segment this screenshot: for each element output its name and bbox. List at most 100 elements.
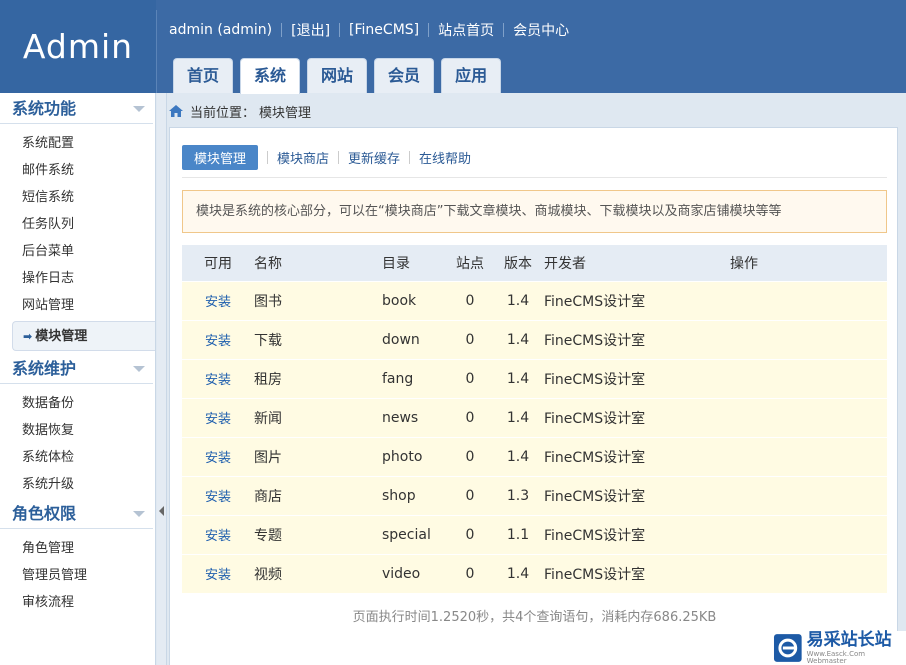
module-operation <box>730 358 887 398</box>
module-name: 图书 <box>254 280 382 320</box>
chevron-down-icon[interactable] <box>133 106 145 112</box>
sidebar-item-task-queue[interactable]: 任务队列 <box>0 211 155 238</box>
sidebar-item-data-restore[interactable]: 数据恢复 <box>0 417 155 444</box>
main-panel: 模块管理 模块商店 更新缓存 在线帮助 模块是系统的核心部分，可以在“模块商店”… <box>169 127 898 665</box>
sidebar-group-title: 系统维护 <box>12 359 77 378</box>
module-site: 0 <box>448 319 492 359</box>
sidebar-group-system-maintenance[interactable]: 系统维护 <box>0 353 153 384</box>
module-developer: FineCMS设计室 <box>544 397 730 437</box>
module-site: 0 <box>448 358 492 398</box>
module-developer: FineCMS设计室 <box>544 280 730 320</box>
breadcrumb-current: 模块管理 <box>259 105 312 121</box>
install-link[interactable]: 安装 <box>182 358 254 398</box>
column-header-directory: 目录 <box>382 245 448 281</box>
install-link[interactable]: 安装 <box>182 280 254 320</box>
module-directory: down <box>382 319 448 359</box>
module-name: 下载 <box>254 319 382 359</box>
module-directory: video <box>382 553 448 593</box>
tab-system[interactable]: 系统 <box>240 58 301 94</box>
sidebar-group-role-permissions[interactable]: 角色权限 <box>0 498 153 529</box>
table-row: 安装 专题 special 0 1.1 FineCMS设计室 <box>182 514 887 554</box>
table-header-row: 可用 名称 目录 站点 版本 开发者 操作 <box>182 245 887 281</box>
module-version: 1.4 <box>492 397 544 437</box>
separator <box>267 151 269 164</box>
subnav-module-store[interactable]: 模块商店 <box>277 148 329 167</box>
sidebar-item-system-config[interactable]: 系统配置 <box>0 130 155 157</box>
sidebar-item-admin-menu[interactable]: 后台菜单 <box>0 238 155 265</box>
install-link[interactable]: 安装 <box>182 514 254 554</box>
module-name: 新闻 <box>254 397 382 437</box>
module-directory: news <box>382 397 448 437</box>
separator <box>339 23 341 37</box>
column-header-operation: 操作 <box>730 245 887 281</box>
finecms-link[interactable]: [FineCMS] <box>349 22 419 38</box>
admin-logo: Admin <box>0 0 156 93</box>
chevron-left-icon[interactable] <box>159 506 164 516</box>
module-name: 视频 <box>254 553 382 593</box>
sidebar-group-title: 系统功能 <box>12 99 77 118</box>
logout-link[interactable]: [退出] <box>291 20 330 40</box>
separator <box>281 23 283 37</box>
subnav-module-management[interactable]: 模块管理 <box>182 145 259 170</box>
install-link[interactable]: 安装 <box>182 475 254 515</box>
module-directory: shop <box>382 475 448 515</box>
home-icon <box>169 105 183 117</box>
install-link[interactable]: 安装 <box>182 436 254 476</box>
sidebar-item-module-management[interactable]: ➡ 模块管理 <box>12 321 155 351</box>
sidebar-item-system-upgrade[interactable]: 系统升级 <box>0 471 155 498</box>
sidebar-item-system-check[interactable]: 系统体检 <box>0 444 155 471</box>
install-link[interactable]: 安装 <box>182 397 254 437</box>
sidebar-item-operation-log[interactable]: 操作日志 <box>0 265 155 292</box>
easck-logo-icon <box>773 634 802 662</box>
sidebar-item-role-management[interactable]: 角色管理 <box>0 535 155 562</box>
site-home-link[interactable]: 站点首页 <box>438 20 494 40</box>
tab-website[interactable]: 网站 <box>307 58 368 93</box>
sidebar-item-data-backup[interactable]: 数据备份 <box>0 390 155 417</box>
sidebar-group-system-functions[interactable]: 系统功能 <box>0 93 153 124</box>
sidebar-item-site-management[interactable]: 网站管理 <box>0 292 155 319</box>
install-link[interactable]: 安装 <box>182 319 254 359</box>
current-user-link[interactable]: admin (admin) <box>169 22 272 38</box>
tab-member[interactable]: 会员 <box>374 58 435 93</box>
module-developer: FineCMS设计室 <box>544 319 730 359</box>
module-operation <box>730 514 887 554</box>
header: Admin admin (admin) [退出] [FineCMS] 站点首页 … <box>0 0 906 94</box>
module-operation <box>730 436 887 476</box>
install-link[interactable]: 安装 <box>182 553 254 593</box>
execution-stats: 页面执行时间1.2520秒，共4个查询语句，消耗内存686.25KB <box>352 610 717 625</box>
sidebar-group-title: 角色权限 <box>12 504 77 523</box>
module-site: 0 <box>448 475 492 515</box>
module-version: 1.4 <box>492 436 544 476</box>
module-name: 租房 <box>254 358 382 398</box>
member-center-link[interactable]: 会员中心 <box>513 20 569 40</box>
subnav-online-help[interactable]: 在线帮助 <box>419 148 471 167</box>
arrow-right-icon: ➡ <box>23 330 33 343</box>
table-row: 安装 图片 photo 0 1.4 FineCMS设计室 <box>182 436 887 476</box>
sidebar-item-mail-system[interactable]: 邮件系统 <box>0 157 155 184</box>
subnav-refresh-cache[interactable]: 更新缓存 <box>348 148 400 167</box>
module-site: 0 <box>448 280 492 320</box>
module-developer: FineCMS设计室 <box>544 514 730 554</box>
module-operation <box>730 319 887 359</box>
sidebar-collapse-handle[interactable] <box>157 93 167 665</box>
sidebar-item-review-process[interactable]: 审核流程 <box>0 589 155 616</box>
module-directory: book <box>382 280 448 320</box>
sidebar: 系统功能 系统配置 邮件系统 短信系统 任务队列 后台菜单 操作日志 网站管理 … <box>0 93 156 665</box>
info-notice: 模块是系统的核心部分，可以在“模块商店”下载文章模块、商城模块、下载模块以及商家… <box>182 190 887 233</box>
column-header-version: 版本 <box>492 245 544 281</box>
module-operation <box>730 553 887 593</box>
top-links: admin (admin) [退出] [FineCMS] 站点首页 会员中心 <box>169 20 569 40</box>
module-operation <box>730 475 887 515</box>
watermark-title: 易采站长站 <box>806 629 892 650</box>
tab-home[interactable]: 首页 <box>173 58 234 93</box>
chevron-down-icon[interactable] <box>133 511 145 517</box>
divider <box>156 10 157 93</box>
sidebar-item-sms-system[interactable]: 短信系统 <box>0 184 155 211</box>
tab-apps[interactable]: 应用 <box>441 58 502 93</box>
module-developer: FineCMS设计室 <box>544 553 730 593</box>
table-row: 安装 图书 book 0 1.4 FineCMS设计室 <box>182 280 887 320</box>
sidebar-item-admin-management[interactable]: 管理员管理 <box>0 562 155 589</box>
chevron-down-icon[interactable] <box>133 366 145 372</box>
module-version: 1.4 <box>492 553 544 593</box>
sidebar-item-label: 模块管理 <box>35 329 88 344</box>
